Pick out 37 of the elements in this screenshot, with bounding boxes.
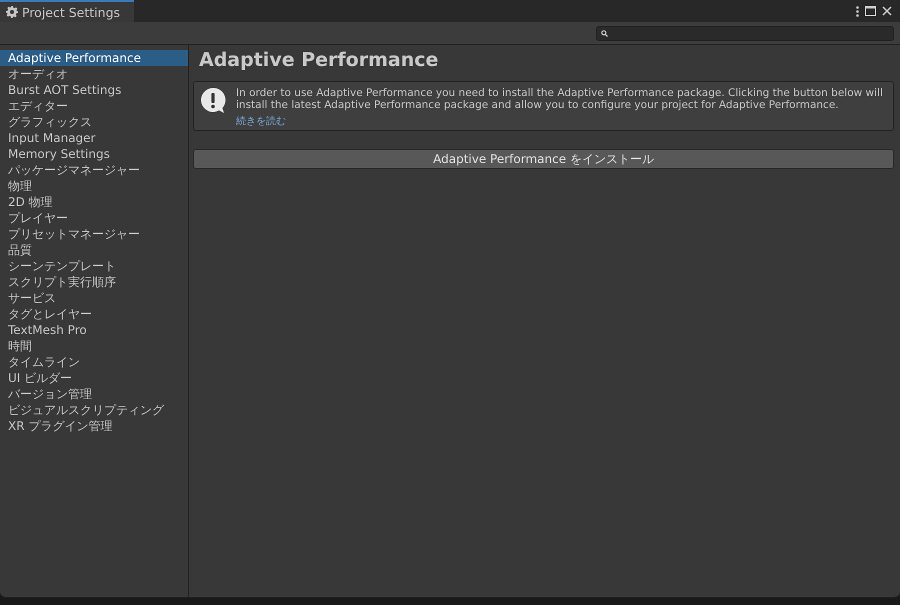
sidebar-item[interactable]: プリセットマネージャー xyxy=(0,226,188,242)
sidebar-item[interactable]: シーンテンプレート xyxy=(0,258,188,274)
exclamation-icon xyxy=(200,87,226,115)
sidebar-item[interactable]: ビジュアルスクリプティング xyxy=(0,402,188,418)
sidebar-item[interactable]: バージョン管理 xyxy=(0,386,188,402)
sidebar-item[interactable]: グラフィックス xyxy=(0,114,188,130)
sidebar-item[interactable]: スクリプト実行順序 xyxy=(0,274,188,290)
notice-text: In order to use Adaptive Performance you need to install the Adaptive Performance package. Clicking the button below will install the latest Adaptive Performance package and allow you to configure your project for Adaptive Performance. xyxy=(236,87,884,111)
gear-icon xyxy=(6,6,18,18)
sidebar-item[interactable]: タイムライン xyxy=(0,354,188,370)
maximize-icon[interactable] xyxy=(865,6,876,16)
install-button[interactable]: Adaptive Performance をインストール xyxy=(193,149,894,169)
sidebar-item[interactable]: Burst AOT Settings xyxy=(0,82,188,98)
sidebar-item[interactable]: サービス xyxy=(0,290,188,306)
sidebar-item[interactable]: Adaptive Performance xyxy=(0,50,188,66)
sidebar-item[interactable]: XR プラグイン管理 xyxy=(0,418,188,434)
sidebar-item[interactable]: Memory Settings xyxy=(0,146,188,162)
sidebar-item[interactable]: UI ビルダー xyxy=(0,370,188,386)
sidebar-item[interactable]: 時間 xyxy=(0,338,188,354)
sidebar-item[interactable]: TextMesh Pro xyxy=(0,322,188,338)
sidebar-item[interactable]: 物理 xyxy=(0,178,188,194)
more-options-icon[interactable] xyxy=(856,6,859,16)
sidebar-item[interactable]: タグとレイヤー xyxy=(0,306,188,322)
read-more-link[interactable]: 続きを読む xyxy=(236,114,286,128)
sidebar-item[interactable]: Input Manager xyxy=(0,130,188,146)
close-icon[interactable] xyxy=(882,6,892,16)
window-title: Project Settings xyxy=(22,4,120,20)
sidebar-item[interactable]: プレイヤー xyxy=(0,210,188,226)
page-heading: Adaptive Performance xyxy=(199,48,440,73)
search-icon xyxy=(601,30,608,36)
sidebar-item[interactable]: 2D 物理 xyxy=(0,194,188,210)
search-field[interactable] xyxy=(596,26,894,40)
sidebar-item[interactable]: 品質 xyxy=(0,242,188,258)
window-tab[interactable]: Project Settings xyxy=(0,0,134,22)
sidebar-item[interactable]: オーディオ xyxy=(0,66,188,82)
sidebar-item[interactable]: パッケージマネージャー xyxy=(0,162,188,178)
sidebar-item[interactable]: エディター xyxy=(0,98,188,114)
